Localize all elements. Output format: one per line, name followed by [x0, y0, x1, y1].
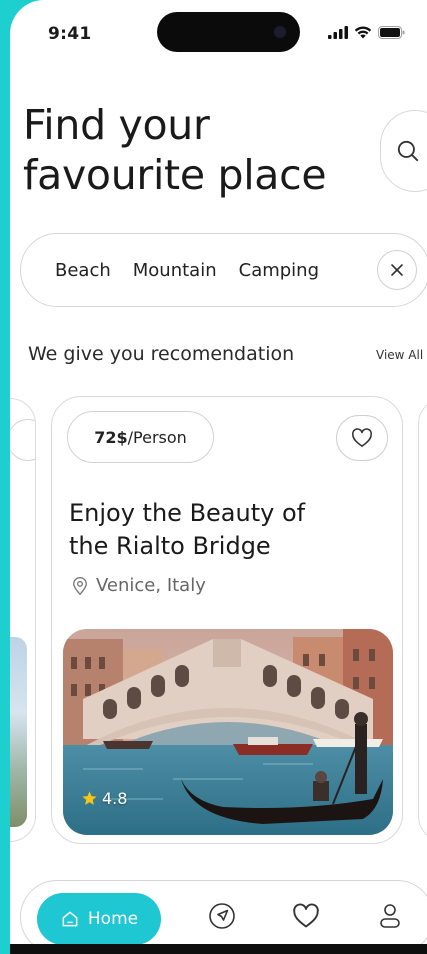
place-card[interactable]: 72$/Person Enjoy the Beauty of the Rialt… [51, 396, 403, 844]
place-title: Enjoy the Beauty of the Rialto Bridge [69, 497, 389, 563]
price-unit: /Person [127, 427, 187, 447]
heart-icon [293, 903, 319, 928]
place-location: Venice, Italy [70, 575, 206, 596]
heart-icon [352, 428, 372, 447]
close-icon [391, 264, 403, 276]
location-pin-icon [73, 576, 87, 595]
previous-card-image [10, 637, 27, 827]
price-value: 72$ [94, 427, 128, 447]
wifi-icon [354, 26, 372, 39]
page-title-line1: Find your [23, 101, 210, 149]
search-icon [397, 140, 419, 162]
battery-icon [378, 26, 405, 39]
place-location-text: Venice, Italy [96, 575, 206, 596]
category-chip-beach[interactable]: Beach [55, 260, 111, 281]
view-all-link[interactable]: View All [376, 348, 423, 362]
bottom-navigation: Home [20, 880, 427, 954]
nav-home-button[interactable]: Home [37, 893, 161, 945]
page-title: Find your favourite place [23, 100, 327, 200]
category-filter: Beach Mountain Camping [20, 233, 427, 307]
navigation-icon [209, 903, 235, 929]
place-photo[interactable]: 4.8 [63, 629, 393, 835]
recommendation-heading: We give you recomendation [28, 343, 295, 365]
star-icon [82, 791, 97, 805]
signal-icon [328, 26, 348, 39]
rating-badge: 4.8 [81, 789, 127, 808]
search-button[interactable] [380, 110, 427, 192]
next-place-card[interactable] [418, 398, 427, 842]
nav-saved-button[interactable] [291, 901, 321, 931]
user-icon [380, 904, 400, 928]
phone-screen: 9:41 Find your favourite place Beach Mou… [10, 0, 427, 954]
nav-home-label: Home [87, 909, 139, 929]
previous-card-button [10, 419, 35, 461]
nav-explore-button[interactable] [207, 901, 237, 931]
place-title-line1: Enjoy the Beauty of [69, 499, 306, 527]
clear-filter-button[interactable] [377, 250, 417, 290]
place-title-line2: the Rialto Bridge [69, 532, 271, 560]
rating-value: 4.8 [102, 789, 128, 808]
favorite-button[interactable] [336, 415, 388, 461]
dynamic-island [157, 12, 300, 52]
category-chip-mountain[interactable]: Mountain [133, 260, 217, 281]
price-badge: 72$/Person [67, 411, 214, 463]
page-title-line2: favourite place [23, 151, 327, 199]
status-icons [328, 26, 405, 39]
nav-profile-button[interactable] [375, 901, 405, 931]
previous-place-card[interactable] [10, 398, 36, 842]
category-chip-camping[interactable]: Camping [239, 260, 319, 281]
home-icon [62, 911, 78, 927]
status-time: 9:41 [48, 24, 92, 44]
